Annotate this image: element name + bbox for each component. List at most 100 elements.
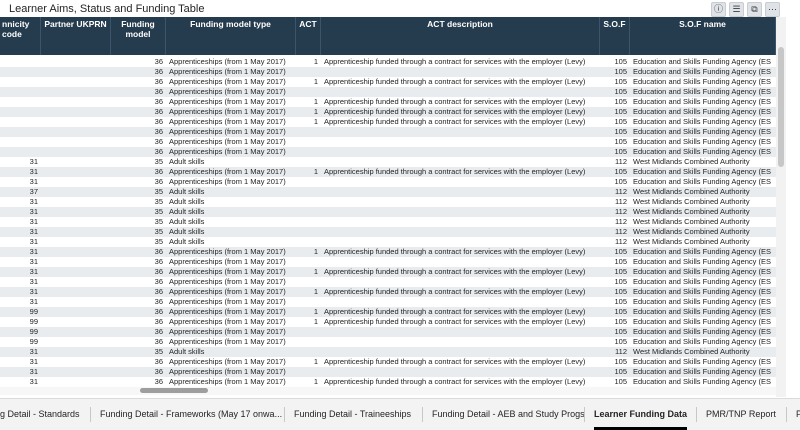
table-row[interactable]: 31 36 Apprenticeships (from 1 May 2017) 105… [0,367,776,377]
table-row[interactable]: 31 36 Apprenticeships (from 1 May 2017) 1 Ap… [0,357,776,367]
cell-funding-model-type: Adult skills [169,197,205,206]
cell-ethnicity-code: 31 [29,377,38,386]
column-header-act[interactable]: ACT [296,17,321,55]
cell-sof-name: West Midlands Combined Authority [633,227,750,236]
table-row[interactable]: 31 35 Adult skills 112 West Midlands Combine… [0,207,776,217]
page-tab[interactable]: Learner Funding Data [594,399,688,430]
table-row[interactable]: 31 35 Adult skills 112 West Midlands Combine… [0,197,776,207]
cell-act: 1 [313,57,318,66]
cell-ethnicity-code [0,147,38,157]
cell-act-description: Apprenticeship funded through a contract… [324,167,586,176]
vertical-scroll-thumb[interactable] [778,47,784,167]
table-row[interactable]: 31 35 Adult skills 112 West Midlands Combine… [0,157,776,167]
cell-act-description [324,67,600,77]
table-row[interactable]: 31 36 Apprenticeships (from 1 May 2017) 1 Ap… [0,377,776,387]
cell-partner-ukprn [41,207,108,217]
table-row[interactable]: 31 35 Adult skills 112 West Midlands Combine… [0,237,776,247]
page-tab[interactable]: PMR/TNP Report [706,399,776,430]
more-options-icon[interactable]: ⋯ [765,2,780,17]
cell-ethnicity-code: 31 [29,277,38,286]
column-header-sof[interactable]: S.O.F [600,17,630,55]
table-row[interactable]: 37 35 Adult skills 112 West Midlands Combine… [0,187,776,197]
cell-funding-model-type: Apprenticeships (from 1 May 2017) [169,267,286,276]
cell-sof: 105 [614,77,627,86]
table-row[interactable]: 36 Apprenticeships (from 1 May 2017) 105 Ed… [0,137,776,147]
cell-funding-model-type: Apprenticeships (from 1 May 2017) [169,167,286,176]
table-row[interactable]: 31 36 Apprenticeships (from 1 May 2017) 1 Ap… [0,287,776,297]
cell-act-description [324,367,600,377]
table-row[interactable]: 99 36 Apprenticeships (from 1 May 2017) 105… [0,327,776,337]
cell-sof-name: Education and Skills Funding Agency (ES [633,87,771,96]
table-row[interactable]: 99 36 Apprenticeships (from 1 May 2017) 1 Ap… [0,307,776,317]
table-row[interactable]: 36 Apprenticeships (from 1 May 2017) 1 Appr… [0,107,776,117]
table-row[interactable]: 31 36 Apprenticeships (from 1 May 2017) 105… [0,297,776,307]
cell-partner-ukprn [41,147,108,157]
cell-sof-name: Education and Skills Funding Agency (ES [633,317,771,326]
cell-partner-ukprn [41,217,108,227]
column-header-funding-model[interactable]: Funding model [111,17,166,55]
filter-icon[interactable]: ☰ [729,2,744,17]
cell-act-description [324,297,600,307]
cell-sof: 105 [614,297,627,306]
column-header-sof-name[interactable]: S.O.F name [630,17,776,55]
column-header-funding-model-type[interactable]: Funding model type [166,17,296,55]
table-row[interactable]: 31 35 Adult skills 112 West Midlands Combine… [0,347,776,357]
table-row[interactable]: 31 36 Apprenticeships (from 1 May 2017) 1 Ap… [0,247,776,257]
cell-ethnicity-code [0,87,38,97]
cell-ethnicity-code: 31 [29,257,38,266]
column-header-partner-ukprn[interactable]: Partner UKPRN [41,17,111,55]
cell-act-description [324,207,600,217]
info-icon[interactable]: ⓘ [711,2,726,17]
table-row[interactable]: 31 35 Adult skills 112 West Midlands Combine… [0,227,776,237]
cell-act: 1 [313,307,318,316]
cell-partner-ukprn [41,357,108,367]
page-tab[interactable]: Funding Detail - Traineeships [294,399,411,430]
cell-partner-ukprn [41,277,108,287]
table-row[interactable]: 36 Apprenticeships (from 1 May 2017) 1 Appr… [0,57,776,67]
visual-header-icons: ⓘ ☰ ⧉ ⋯ [711,2,780,17]
table-row[interactable]: 31 35 Adult skills 112 West Midlands Combine… [0,217,776,227]
cell-funding-model-type: Apprenticeships (from 1 May 2017) [169,117,286,126]
cell-act-description [324,237,600,247]
column-header-ethnicity-code[interactable]: nnicity code [0,17,41,55]
focus-mode-icon[interactable]: ⧉ [747,2,762,17]
table-row[interactable]: 36 Apprenticeships (from 1 May 2017) 105 Ed… [0,147,776,157]
table-row[interactable]: 99 36 Apprenticeships (from 1 May 2017) 105… [0,337,776,347]
table-row[interactable]: 36 Apprenticeships (from 1 May 2017) 1 Appr… [0,77,776,87]
cell-ethnicity-code: 99 [29,337,38,346]
page-tab[interactable]: Funding Detail - AEB and Study Progs [432,399,585,430]
cell-act: 1 [313,247,318,256]
column-header-act-description[interactable]: ACT description [321,17,600,55]
cell-partner-ukprn [41,177,108,187]
cell-partner-ukprn [41,247,108,257]
table-row[interactable]: 31 36 Apprenticeships (from 1 May 2017) 1 Ap… [0,167,776,177]
cell-ethnicity-code: 37 [29,187,38,196]
table-row[interactable]: 31 36 Apprenticeships (from 1 May 2017) 105… [0,177,776,187]
cell-funding-model: 36 [154,277,163,286]
horizontal-scroll-thumb[interactable] [140,388,208,393]
page-tab[interactable]: Funding Detail - Frameworks (May 17 onwa… [100,399,282,430]
cell-funding-model-type: Apprenticeships (from 1 May 2017) [169,137,286,146]
table-row[interactable]: 36 Apprenticeships (from 1 May 2017) 105 Ed… [0,67,776,77]
table-row[interactable]: 99 36 Apprenticeships (from 1 May 2017) 1 Ap… [0,317,776,327]
horizontal-scrollbar[interactable] [0,387,776,395]
table-row[interactable]: 36 Apprenticeships (from 1 May 2017) 105 Ed… [0,127,776,137]
table-row[interactable]: 36 Apprenticeships (from 1 May 2017) 1 Appr… [0,117,776,127]
cell-act-description: Apprenticeship funded through a contract… [324,287,586,296]
cell-funding-model: 35 [154,237,163,246]
table-row[interactable]: 31 36 Apprenticeships (from 1 May 2017) 105… [0,277,776,287]
cell-act-description [324,87,600,97]
table-row[interactable]: 31 36 Apprenticeships (from 1 May 2017) 1 Ap… [0,267,776,277]
page-tab[interactable]: g Detail - Standards [0,399,80,430]
table-row[interactable]: 31 36 Apprenticeships (from 1 May 2017) 105… [0,257,776,267]
cell-sof: 105 [614,367,627,376]
table-row[interactable]: 36 Apprenticeships (from 1 May 2017) 1 Appr… [0,97,776,107]
cell-act: 1 [313,287,318,296]
cell-funding-model: 36 [154,367,163,376]
page-tab[interactable]: P [796,399,800,430]
vertical-scrollbar[interactable] [776,17,786,397]
cell-sof: 105 [614,337,627,346]
table-row[interactable]: 36 Apprenticeships (from 1 May 2017) 105 Ed… [0,87,776,97]
cell-sof: 112 [615,237,627,246]
cell-partner-ukprn [41,237,108,247]
